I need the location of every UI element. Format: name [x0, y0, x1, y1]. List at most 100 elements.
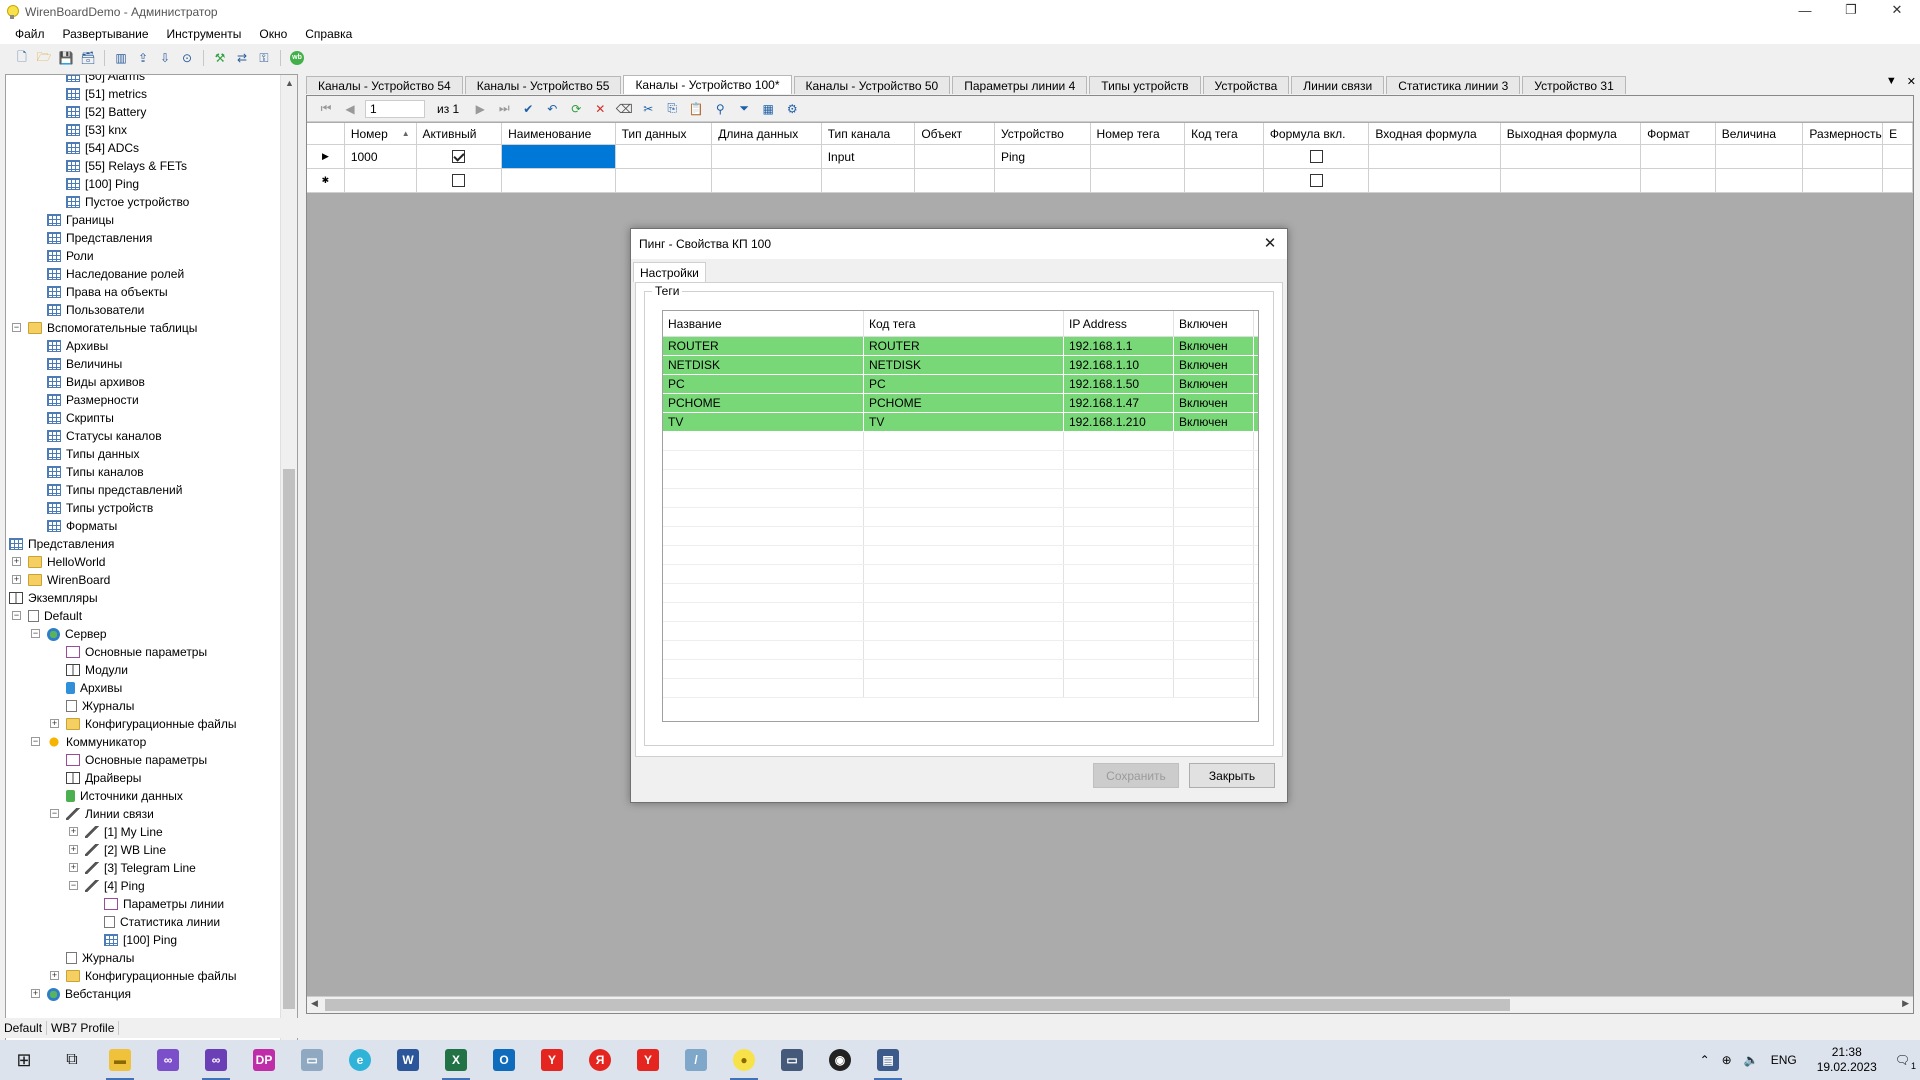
- tag-row[interactable]: NETDISK NETDISK 192.168.1.10 Включен: [663, 356, 1258, 375]
- tab-settings[interactable]: Настройки: [633, 262, 706, 282]
- grid-cell[interactable]: [915, 169, 995, 192]
- cut-icon[interactable]: ✂: [639, 100, 657, 118]
- record-position-input[interactable]: 1: [365, 99, 425, 118]
- column-header[interactable]: Формула вкл.: [1264, 123, 1370, 144]
- yandex-browser-icon[interactable]: Я: [576, 1040, 624, 1080]
- tag-row[interactable]: ROUTER ROUTER 192.168.1.1 Включен: [663, 337, 1258, 356]
- tree-item[interactable]: − Default: [12, 607, 82, 625]
- column-header[interactable]: Устройство: [995, 123, 1091, 144]
- grid-cell[interactable]: [1369, 145, 1501, 168]
- yandex-2-icon[interactable]: Y: [624, 1040, 672, 1080]
- grid-cell[interactable]: [616, 145, 713, 168]
- column-header[interactable]: E: [1883, 123, 1913, 144]
- grid-cell[interactable]: [1641, 169, 1716, 192]
- tree-item[interactable]: − Сервер: [31, 625, 107, 643]
- tag-cell[interactable]: PC: [864, 375, 1064, 393]
- edge-browser-icon[interactable]: e: [336, 1040, 384, 1080]
- grid-cell[interactable]: Input: [822, 145, 916, 168]
- tag-cell[interactable]: NETDISK: [864, 356, 1064, 374]
- volume-icon[interactable]: 🔈: [1744, 1053, 1759, 1067]
- tree-item[interactable]: [55] Relays & FETs: [66, 157, 187, 175]
- find-icon[interactable]: ⚲: [711, 100, 729, 118]
- maximize-button[interactable]: ❐: [1828, 0, 1874, 20]
- link-icon[interactable]: ⇄: [233, 49, 251, 67]
- language-indicator[interactable]: ENG: [1771, 1053, 1797, 1067]
- menu-tools[interactable]: Инструменты: [158, 27, 251, 41]
- grid-cell[interactable]: [822, 169, 916, 192]
- grid-cell[interactable]: [1716, 145, 1804, 168]
- hscroll-thumb[interactable]: [325, 999, 1510, 1011]
- expand-icon[interactable]: +: [69, 845, 78, 854]
- tags-column-header[interactable]: IP Address: [1064, 311, 1174, 336]
- tree-item[interactable]: Типы устройств: [47, 499, 153, 517]
- tree-item[interactable]: [52] Battery: [66, 103, 146, 121]
- next-record-icon[interactable]: ▶: [471, 100, 489, 118]
- save-icon[interactable]: 💾: [57, 49, 75, 67]
- paste-icon[interactable]: 📋: [687, 100, 705, 118]
- collapse-icon[interactable]: −: [12, 611, 21, 620]
- expand-icon[interactable]: +: [12, 575, 21, 584]
- last-record-icon[interactable]: ⏭: [495, 100, 513, 118]
- expand-icon[interactable]: +: [12, 557, 21, 566]
- expand-icon[interactable]: +: [50, 971, 59, 980]
- remote-desktop-icon[interactable]: ▭: [288, 1040, 336, 1080]
- tag-cell[interactable]: Включен: [1174, 337, 1254, 355]
- column-header[interactable]: Номер ▲: [345, 123, 417, 144]
- tag-cell[interactable]: ROUTER: [663, 337, 864, 355]
- tag-cell[interactable]: TV: [864, 413, 1064, 431]
- grid-cell[interactable]: [995, 169, 1091, 192]
- visual-studio-2-icon[interactable]: ∞: [192, 1040, 240, 1080]
- tray-expand-icon[interactable]: ⌃: [1700, 1053, 1710, 1067]
- tree-item[interactable]: Границы: [47, 211, 114, 229]
- active-checkbox[interactable]: [452, 150, 466, 163]
- minimize-button[interactable]: —: [1782, 0, 1828, 20]
- key-icon[interactable]: ⚿: [255, 49, 273, 67]
- clock[interactable]: 21:38 19.02.2023: [1817, 1045, 1877, 1075]
- tag-cell[interactable]: Включен: [1174, 394, 1254, 412]
- tree-item[interactable]: Параметры линии: [104, 895, 224, 913]
- table-row[interactable]: ▶ 1000 Input Ping: [307, 145, 1913, 169]
- scroll-left-arrow-icon[interactable]: ◀: [311, 998, 318, 1009]
- tree-item[interactable]: Журналы: [66, 697, 134, 715]
- prev-record-icon[interactable]: ◀: [341, 100, 359, 118]
- save-button[interactable]: Сохранить: [1093, 763, 1179, 788]
- scroll-up-arrow-icon[interactable]: ▲: [281, 75, 297, 92]
- grid-cell[interactable]: [1883, 145, 1913, 168]
- doc-tab[interactable]: Линии связи: [1291, 76, 1385, 94]
- tree-item[interactable]: Типы представлений: [47, 481, 182, 499]
- column-header[interactable]: Выходная формула: [1501, 123, 1642, 144]
- grid-cell[interactable]: [1185, 145, 1264, 168]
- tree-item[interactable]: + [1] My Line: [69, 823, 163, 841]
- tag-row[interactable]: TV TV 192.168.1.210 Включен: [663, 413, 1258, 432]
- column-header[interactable]: Объект: [915, 123, 995, 144]
- network-icon[interactable]: ⊕: [1722, 1053, 1732, 1067]
- tree-item[interactable]: Величины: [47, 355, 122, 373]
- tree-item[interactable]: − Коммуникатор: [31, 733, 146, 751]
- tree-item[interactable]: Источники данных: [66, 787, 183, 805]
- save-all-icon[interactable]: 🗃: [79, 49, 97, 67]
- column-header[interactable]: Номер тега: [1091, 123, 1186, 144]
- column-header[interactable]: Входная формула: [1369, 123, 1501, 144]
- expand-icon[interactable]: +: [69, 863, 78, 872]
- grid-cell[interactable]: Ping: [995, 145, 1091, 168]
- grid-cell[interactable]: [1091, 169, 1186, 192]
- tree-item[interactable]: [50] Alarms: [66, 75, 145, 85]
- task-view-icon[interactable]: ⧉: [48, 1040, 96, 1080]
- download-icon[interactable]: ⇩: [156, 49, 174, 67]
- current-row-indicator-icon[interactable]: ▶: [307, 145, 345, 168]
- table-row[interactable]: ✱: [307, 169, 1913, 193]
- tag-cell[interactable]: Включен: [1174, 413, 1254, 431]
- obs-icon[interactable]: ◉: [816, 1040, 864, 1080]
- tag-row[interactable]: PC PC 192.168.1.50 Включен: [663, 375, 1258, 394]
- dialog-close-icon[interactable]: ✕: [1261, 235, 1279, 253]
- collapse-icon[interactable]: −: [31, 629, 40, 638]
- tag-cell[interactable]: 192.168.1.50: [1064, 375, 1174, 393]
- grid-cell[interactable]: [1883, 169, 1913, 192]
- doc-tab[interactable]: Статистика линии 3: [1386, 76, 1521, 94]
- properties-icon[interactable]: ⚙: [783, 100, 801, 118]
- tree-item[interactable]: Типы каналов: [47, 463, 144, 481]
- tree-item[interactable]: + Вебстанция: [31, 985, 131, 1003]
- tree-item[interactable]: −Экземпляры: [9, 589, 98, 607]
- menu-help[interactable]: Справка: [296, 27, 361, 41]
- grid-cell[interactable]: [1501, 145, 1642, 168]
